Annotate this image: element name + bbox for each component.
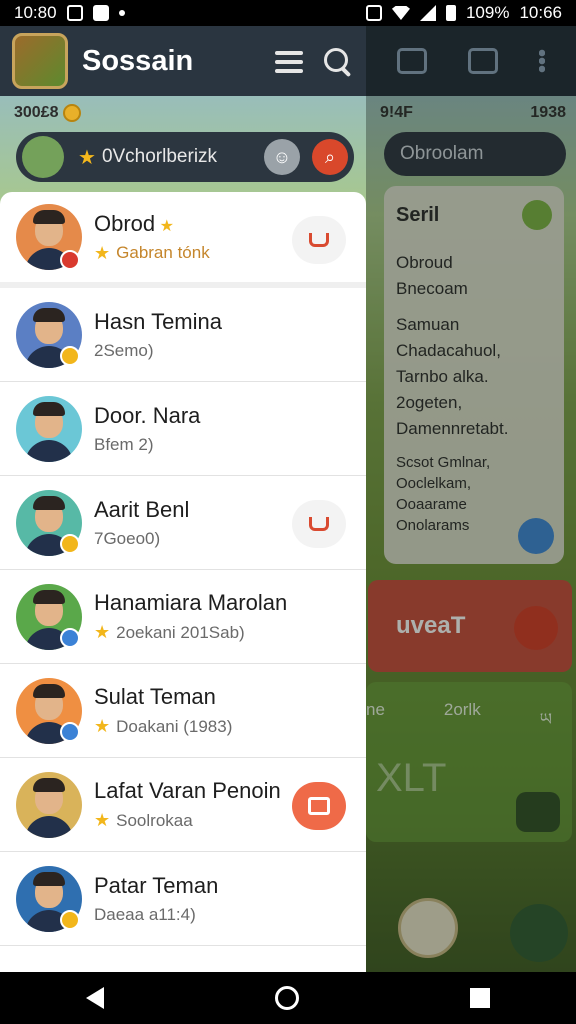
coins-value: 300£8: [14, 104, 59, 121]
profile-avatar[interactable]: [22, 136, 64, 178]
add-friend-button[interactable]: ☺: [264, 139, 300, 175]
friend-name: Hanamiara Marolan: [94, 590, 288, 615]
friend-status: Daeaa a11:4): [94, 904, 196, 924]
star-icon: ★: [94, 810, 111, 830]
message-button[interactable]: [292, 500, 346, 548]
recents-icon[interactable]: [470, 988, 491, 1008]
signal-icon: [419, 5, 436, 21]
friend-status: 7Goeo0): [94, 528, 161, 548]
friend-status-line: Bfem 2): [94, 435, 366, 455]
profile-bar[interactable]: ★ 0Vchorlberizk ☺ ⌕: [16, 132, 354, 182]
friend-status: Gabran tónk: [116, 243, 210, 262]
friend-status-line: ★ Doakani (1983): [94, 716, 366, 737]
friend-row[interactable]: Sulat Teman ★ Doakani (1983): [0, 664, 366, 758]
search-icon[interactable]: [320, 44, 354, 78]
friend-row[interactable]: Patar Teman Daeaa a11:4): [0, 852, 366, 946]
friend-status: Bfem 2): [94, 434, 154, 454]
message-button[interactable]: [292, 216, 346, 264]
friend-row[interactable]: Hasn Temina 2Semo): [0, 288, 366, 382]
back-icon[interactable]: [85, 987, 104, 1009]
chat-icon: [309, 517, 329, 531]
battery-icon: [445, 5, 456, 21]
friend-info: Hasn Temina 2Semo): [94, 309, 366, 361]
friend-row[interactable]: Door. Nara Bfem 2): [0, 382, 366, 476]
friend-row[interactable]: Hanamiara Marolan ★ 2oekani 201Sab): [0, 570, 366, 664]
status-bar: 10:80 109% 10:66: [0, 0, 576, 26]
friend-name: Hasn Temina: [94, 308, 222, 334]
star-icon: ★: [94, 622, 111, 642]
profile-search-button[interactable]: ⌕: [312, 139, 348, 175]
star-icon: ★: [78, 146, 96, 169]
friend-info: Patar Teman Daeaa a11:4): [94, 873, 366, 925]
friend-status: Soolrokaa: [116, 810, 193, 830]
image-icon: [66, 5, 83, 21]
status-badge: [60, 722, 80, 742]
scene-dim-overlay: [366, 26, 576, 972]
profile-name: 0Vchorlberizk: [101, 146, 218, 167]
coins-display: 300£8: [14, 104, 81, 122]
friend-name: Door. Nara: [94, 402, 201, 428]
friend-name: Obrod: [94, 210, 156, 236]
status-time-right: 10:66: [519, 3, 562, 22]
app-logo[interactable]: [12, 33, 68, 89]
friend-name: Patar Teman: [94, 872, 219, 898]
friend-status: Doakani (1983): [116, 716, 233, 736]
friend-info: Door. Nara Bfem 2): [94, 403, 366, 455]
check-icon: [92, 5, 109, 21]
friend-status: 2Semo): [94, 340, 154, 360]
nfc-icon: [365, 5, 382, 21]
friend-status-line: 2Semo): [94, 341, 366, 361]
wifi-icon: [391, 6, 410, 20]
dot-icon: [118, 10, 125, 16]
status-badge: [60, 534, 80, 554]
status-badge: [60, 628, 80, 648]
friend-status-line: Daeaa a11:4): [94, 905, 366, 925]
friend-list: Obrod ★ ★ Gabran tónk Hasn Temina 2Semo) Door…: [0, 192, 366, 972]
menu-icon[interactable]: [272, 44, 306, 78]
message-button[interactable]: [292, 782, 346, 830]
navigation-bar: [0, 972, 576, 1024]
chat-icon: [309, 233, 329, 247]
star-icon: ★: [94, 242, 111, 263]
app-title: Sossain: [82, 44, 194, 77]
battery-percent: 109%: [465, 3, 510, 22]
friend-row[interactable]: Aarit Benl 7Goeo0): [0, 476, 366, 570]
friend-info: Sulat Teman ★ Doakani (1983): [94, 684, 366, 737]
status-badge: [60, 346, 80, 366]
friend-name: Sulat Teman: [94, 684, 216, 709]
friend-info: Hanamiara Marolan ★ 2oekani 201Sab): [94, 590, 366, 643]
app-header: Sossain: [0, 26, 366, 96]
home-icon[interactable]: [274, 986, 299, 1010]
status-badge: [60, 910, 80, 930]
coin-icon: [62, 104, 81, 122]
friend-status: 2oekani 201Sab): [116, 622, 245, 642]
status-time-left: 10:80: [14, 3, 57, 22]
star-icon: ★: [155, 217, 174, 235]
friend-avatar[interactable]: [16, 771, 82, 838]
status-badge: [60, 250, 80, 270]
friend-avatar[interactable]: [16, 395, 82, 462]
chat-icon: [308, 797, 330, 815]
friend-row[interactable]: Lafat Varan Penoin ★ Soolrokaa: [0, 758, 366, 852]
friend-status-line: ★ 2oekani 201Sab): [94, 622, 366, 643]
friend-row[interactable]: Obrod ★ ★ Gabran tónk: [0, 192, 366, 288]
star-icon: ★: [94, 716, 111, 736]
